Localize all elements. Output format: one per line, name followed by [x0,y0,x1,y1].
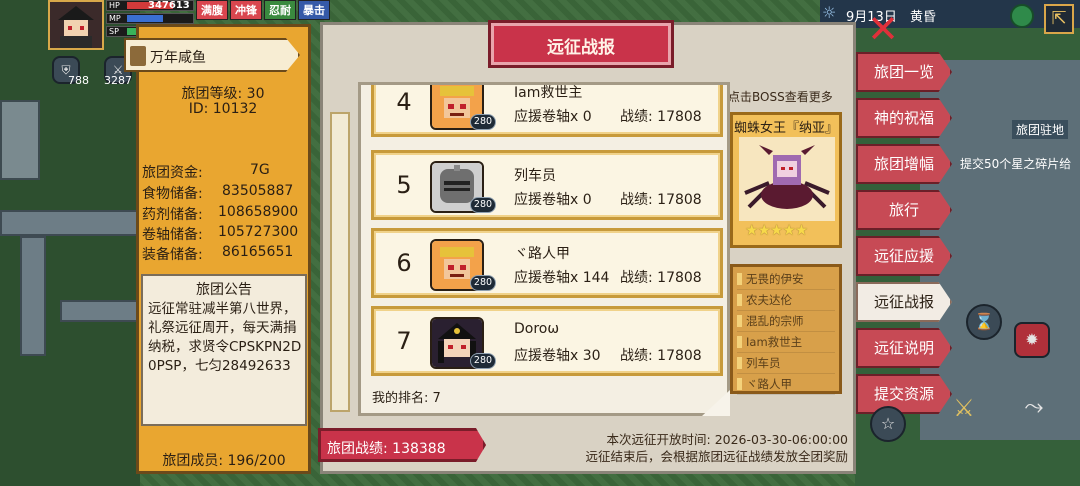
boss-hint: 点击BOSS查看更多 [728,90,833,104]
support-scroll-count: 应援卷轴x 30 [514,348,601,364]
contributor-item: ヾ路人甲 [737,374,835,395]
player-score: 战绩: 17808 [620,348,702,364]
contributor-item: Iam救世主 [737,332,835,353]
station-label: 旅团驻地 [1012,120,1069,139]
exit-icon[interactable]: ⇱ [1044,4,1074,34]
guild-emblem-icon [130,46,146,66]
rank-number: 4 [396,88,412,116]
rank-number: 6 [396,249,412,277]
ranking-list[interactable]: 4 280 Iam救世主 应援卷轴x 0 战绩: 17808 5 280 列车员… [358,82,730,416]
quest-hint: 提交50个星之碎片给 [960,157,1072,171]
skill-icon[interactable]: ✹ [1014,322,1050,358]
pipe-horizontal-2 [60,300,138,322]
funds-value: 7G [250,162,270,178]
status-tag[interactable]: 冲锋 [230,0,262,20]
menu-guild-overview[interactable]: 旅团一览 [856,52,952,92]
contributor-item: 混乱的宗师 [737,311,835,332]
level-badge: 280 [470,114,496,130]
contributor-item: 农夫达伦 [737,290,835,311]
potion-value: 108658900 [218,204,299,220]
reward-note: 远征结束后，会根据旅团远征战绩发放全团奖励 [585,449,848,464]
player-score: 战绩: 17808 [620,109,702,125]
boss-name: 蜘蛛女王『纳亚』 [733,121,838,136]
stat-b-value: 3287 [104,74,132,87]
guild-name: 万年咸鱼 [150,50,206,66]
support-scroll-count: 应援卷轴x 0 [514,192,592,208]
menu-expedition-report[interactable]: 远征战报 [856,282,952,322]
notice-text: 远征常驻减半第八世界，礼祭远征周开，每天满捐纳税，求贤令CPSKPN2D0PSP… [148,301,302,374]
power-value: 347613 [148,0,190,11]
rank-number: 7 [396,327,412,355]
player-portrait[interactable] [48,0,104,50]
share-icon[interactable]: ⤳ [1016,390,1052,426]
close-icon[interactable]: ✕ [866,10,900,48]
pipe-horizontal [0,210,138,236]
player-score: 战绩: 17808 [620,192,702,208]
contributor-item: 无畏的伊安 [737,269,835,290]
guild-level: 旅团等级: 30 [181,86,265,102]
menu-travel[interactable]: 旅行 [856,190,952,230]
guild-notice: 旅团公告 远征常驻减半第八世界，礼祭远征周开，每天满捐纳税，求贤令CPSKPN2… [141,274,307,426]
rank-number: 5 [396,171,412,199]
status-tags: 满腹 冲锋 忍耐 暴击 [196,0,330,20]
time-of-day: 黄昏 [910,10,937,25]
guild-members: 旅团成员: 196/200 [162,453,286,469]
player-name: Doroω [514,321,560,337]
contributor-item: 列车员 [737,353,835,374]
player-name: 列车员 [514,168,556,184]
ranking-row[interactable]: 5 280 列车员 应援卷轴x 0 战绩: 17808 [371,150,723,220]
report-title-ribbon: 远征战报 [488,20,674,68]
spider-queen-icon [739,137,835,221]
player-score: 战绩: 17808 [620,270,702,286]
top-status-bar: ☼ 9月13日 黄昏 [820,0,1080,28]
menu-expedition-support[interactable]: 远征应援 [856,236,952,276]
guild-score: 旅团战绩: 138388 [327,441,446,457]
hourglass-icon[interactable]: ⌛ [966,304,1002,340]
menu-guild-boost[interactable]: 旅团增幅 [856,144,952,184]
pipe-vertical [20,236,46,356]
equipment-label: 装备储备: [142,247,203,263]
player-avatar-icon [50,2,102,48]
potion-label: 药剂储备: [142,207,203,223]
star-icon[interactable]: ☆ [870,406,906,442]
ranking-row[interactable]: 7 280 Doroω 应援卷轴x 30 战绩: 17808 [371,306,723,376]
report-title: 远征战报 [547,38,615,58]
equipment-value: 86165651 [222,244,294,260]
funds-label: 旅团资金: [142,165,203,181]
support-scroll-count: 应援卷轴x 144 [514,270,610,286]
support-scroll-count: 应援卷轴x 0 [514,109,592,125]
sun-icon: ☼ [822,3,837,22]
menu-divine-blessing[interactable]: 神的祝福 [856,98,952,138]
scroll-value: 105727300 [218,224,299,240]
food-label: 食物储备: [142,186,203,202]
ranking-row[interactable]: 4 280 Iam救世主 应援卷轴x 0 战绩: 17808 [371,85,723,137]
contributor-list: 无畏的伊安 农夫达伦 混乱的宗师 Iam救世主 列车员 ヾ路人甲 [730,264,842,395]
status-tag[interactable]: 忍耐 [264,0,296,20]
menu-submit-resources[interactable]: 提交资源 [856,374,952,414]
building [0,100,40,180]
previous-card-edge[interactable] [330,112,350,412]
world-map-icon[interactable] [1010,4,1034,28]
stat-a-value: 788 [68,74,89,87]
guild-name-tag: 万年咸鱼 [124,38,300,72]
food-value: 83505887 [222,183,294,199]
player-name: ヾ路人甲 [514,246,570,262]
boss-stars: ★★★★★ [745,221,808,239]
mp-bar: MP [106,13,194,24]
weapon-icon[interactable]: ⚔ [946,392,982,428]
player-name: Iam救世主 [514,85,583,101]
status-tag[interactable]: 满腹 [196,0,228,20]
status-tag[interactable]: 暴击 [298,0,330,20]
level-badge: 280 [470,197,496,213]
scroll-label: 卷轴储备: [142,227,203,243]
notice-title: 旅团公告 [196,282,252,298]
guild-score-banner: 旅团战绩: 138388 [318,428,486,462]
ranking-row[interactable]: 6 280 ヾ路人甲 应援卷轴x 144 战绩: 17808 [371,228,723,298]
my-rank: 我的排名: 7 [364,388,704,410]
menu-expedition-info[interactable]: 远征说明 [856,328,952,368]
level-badge: 280 [470,353,496,369]
level-badge: 280 [470,275,496,291]
guild-id: ID: 10132 [188,101,258,117]
boss-card[interactable]: 蜘蛛女王『纳亚』 ★★★★★ [730,112,842,248]
